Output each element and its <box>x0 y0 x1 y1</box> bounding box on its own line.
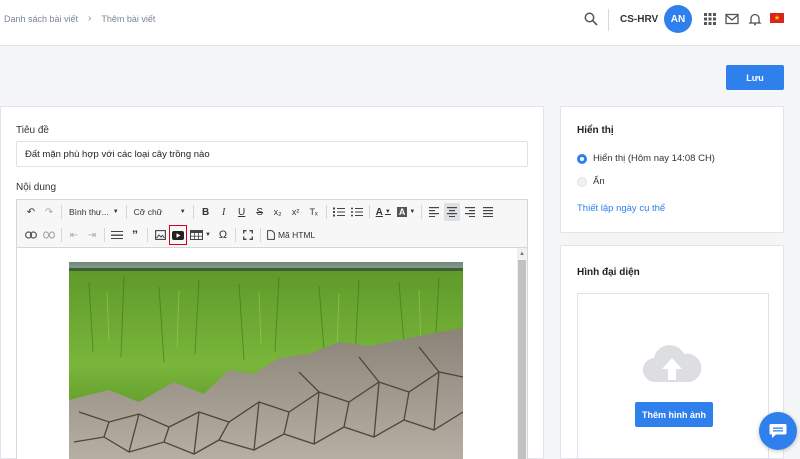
special-character-icon[interactable]: Ω <box>215 226 231 244</box>
font-size-select[interactable]: Cỡ chữ ▼ <box>130 203 190 221</box>
insert-video-icon[interactable] <box>169 225 187 245</box>
toolbar-separator <box>234 228 236 242</box>
caret-down-icon: ▼ <box>179 209 186 215</box>
cloud-upload-icon <box>642 345 702 383</box>
fullscreen-icon[interactable] <box>240 226 256 244</box>
top-bar: Danh sách bài viết › Thêm bài viết CS-HR… <box>0 0 800 46</box>
file-code-icon <box>267 230 275 240</box>
editor-scrollbar[interactable]: ▲ <box>517 248 527 459</box>
header-divider <box>608 9 609 31</box>
avatar[interactable]: AN <box>664 5 692 33</box>
text-color-icon[interactable]: A ▼ <box>374 203 393 221</box>
image-drop-zone[interactable]: Thêm hình ảnh <box>577 293 769 459</box>
visibility-option-show[interactable]: Hiển thị (Hôm nay 14:08 CH) <box>577 153 715 164</box>
bold-icon[interactable]: B <box>198 203 214 221</box>
scrollbar-thumb[interactable] <box>518 260 526 459</box>
toolbar-separator <box>125 205 127 219</box>
rich-text-editor: ↶ ↷ Bình thư... ▼ Cỡ chữ ▼ B I U S x₂ x² T… <box>16 199 528 459</box>
field-image[interactable] <box>69 262 463 459</box>
radio-unselected-icon[interactable] <box>577 176 587 187</box>
toolbar-separator <box>61 205 62 219</box>
chevron-right-icon: › <box>88 13 92 24</box>
apps-grid-icon[interactable] <box>703 12 717 26</box>
superscript-icon[interactable]: x² <box>288 203 304 221</box>
caret-down-icon: ▼ <box>112 209 119 215</box>
toolbar-separator <box>259 228 261 242</box>
vietnam-flag-icon[interactable]: ★ <box>770 13 784 23</box>
schedule-date-link[interactable]: Thiết lập ngày cụ thể <box>577 203 665 214</box>
redo-icon[interactable]: ↷ <box>41 203 57 221</box>
unlink-icon[interactable] <box>41 226 57 244</box>
font-size-select-value: Cỡ chữ <box>133 207 163 217</box>
add-image-button[interactable]: Thêm hình ảnh <box>635 402 713 427</box>
horizontal-rule-icon[interactable] <box>109 226 125 244</box>
insert-table-icon[interactable]: ▼ <box>188 226 213 244</box>
bell-icon[interactable] <box>748 12 762 26</box>
title-input[interactable] <box>16 141 528 167</box>
content-label: Nội dung <box>16 182 57 193</box>
featured-image-card: Hình đại diện Thêm hình ảnh <box>560 245 784 459</box>
store-name[interactable]: CS-HRV <box>620 14 658 25</box>
breadcrumb-item-add-post: Thêm bài viết <box>101 13 156 24</box>
chat-icon <box>769 424 787 438</box>
toolbar-separator <box>421 205 423 219</box>
toolbar-separator <box>61 228 62 242</box>
scroll-up-icon[interactable]: ▲ <box>519 251 525 257</box>
mail-icon[interactable] <box>725 12 739 26</box>
radio-selected-icon[interactable] <box>577 153 587 164</box>
toolbar-separator <box>104 228 105 242</box>
breadcrumb: Danh sách bài viết › Thêm bài viết <box>4 13 155 24</box>
outdent-icon[interactable]: ⇤ <box>66 226 82 244</box>
caret-down-icon: ▼ <box>205 232 211 238</box>
save-button[interactable]: Lưu <box>726 65 784 90</box>
featured-image-title: Hình đại diện <box>577 267 640 278</box>
blockquote-icon[interactable]: ” <box>127 226 143 244</box>
align-center-icon[interactable] <box>444 203 461 221</box>
html-source-button[interactable]: Mã HTML <box>265 226 317 244</box>
align-right-icon[interactable] <box>462 203 478 221</box>
breadcrumb-item-posts[interactable]: Danh sách bài viết <box>4 14 78 24</box>
subscript-icon[interactable]: x₂ <box>270 203 286 221</box>
indent-icon[interactable]: ⇥ <box>84 226 100 244</box>
insert-image-icon[interactable] <box>152 226 168 244</box>
visibility-card: Hiển thị Hiển thị (Hôm nay 14:08 CH) Ẩn … <box>560 106 784 233</box>
visibility-title: Hiển thị <box>577 125 614 136</box>
strikethrough-icon[interactable]: S <box>252 203 268 221</box>
chat-support-button[interactable] <box>759 412 797 450</box>
format-select[interactable]: Bình thư... ▼ <box>65 203 123 221</box>
toolbar-separator <box>368 205 370 219</box>
format-select-value: Bình thư... <box>69 207 109 217</box>
background-color-icon[interactable]: A ▼ <box>395 203 417 221</box>
visibility-option-show-label: Hiển thị (Hôm nay 14:08 CH) <box>593 153 715 164</box>
clear-format-icon[interactable]: Tₓ <box>306 203 322 221</box>
visibility-option-hide[interactable]: Ẩn <box>577 176 605 187</box>
underline-icon[interactable]: U <box>234 203 250 221</box>
search-icon[interactable] <box>584 12 598 26</box>
visibility-option-hide-label: Ẩn <box>593 176 605 187</box>
align-left-icon[interactable] <box>426 203 442 221</box>
align-justify-icon[interactable] <box>480 203 496 221</box>
numbered-list-icon[interactable] <box>331 203 347 221</box>
link-icon[interactable] <box>23 226 39 244</box>
title-label: Tiêu đề <box>16 125 49 136</box>
editor-toolbar: ↶ ↷ Bình thư... ▼ Cỡ chữ ▼ B I U S x₂ x² T… <box>17 200 527 248</box>
toolbar-separator <box>192 205 194 219</box>
toolbar-row-1: ↶ ↷ Bình thư... ▼ Cỡ chữ ▼ B I U S x₂ x² T… <box>17 200 497 224</box>
italic-icon[interactable]: I <box>216 203 232 221</box>
toolbar-separator <box>147 228 148 242</box>
toolbar-separator <box>325 205 327 219</box>
bullet-list-icon[interactable] <box>349 203 365 221</box>
html-source-label: Mã HTML <box>277 230 316 240</box>
editor-content[interactable]: ▲ <box>17 248 527 459</box>
toolbar-row-2: ⇤ ⇥ ” ▼ Ω Mã HTML <box>17 223 318 247</box>
undo-icon[interactable]: ↶ <box>23 203 39 221</box>
